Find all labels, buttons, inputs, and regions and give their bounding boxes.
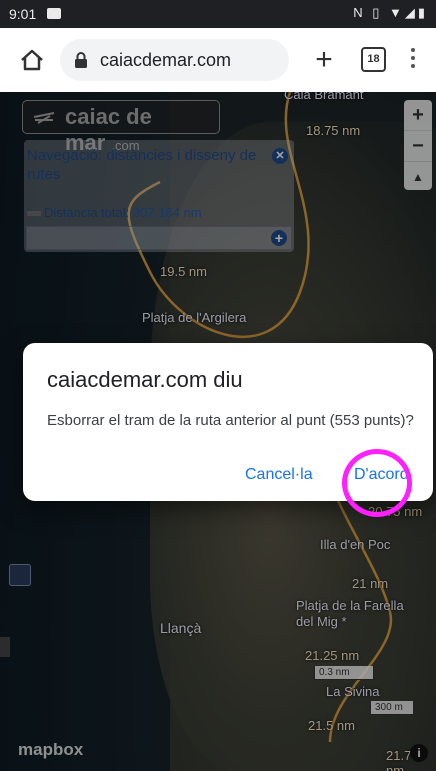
status-bar: 9:01 N ▯ ▼◢▮ [0,0,436,28]
url-text: caiacdemar.com [100,50,232,70]
tab-switcher-button[interactable]: 18 [361,47,386,72]
dialog-title: caiacdemar.com diu [47,367,243,392]
browser-toolbar: caiacdemar.com + 18 [0,28,436,93]
home-icon [21,49,43,71]
dialog-message: Esborrar el tram de la ruta anterior al … [47,412,414,429]
address-bar[interactable]: caiacdemar.com [60,39,289,81]
new-tab-button[interactable]: + [306,42,342,78]
browser-menu-button[interactable] [404,45,422,75]
confirm-dialog: caiacdemar.com diu Esborrar el tram de l… [23,343,433,501]
menu-dot-icon [411,56,415,60]
cancel-button[interactable]: Cancel·la [245,466,313,484]
ok-button[interactable]: D'acord [354,466,409,484]
system-status-icons: N ▯ ▼◢▮ [353,5,428,20]
menu-dot-icon [411,48,415,52]
menu-dot-icon [411,64,415,68]
status-time: 9:01 [9,6,37,22]
home-button[interactable] [14,42,50,78]
lock-icon [75,52,87,68]
notification-icon [47,8,61,19]
